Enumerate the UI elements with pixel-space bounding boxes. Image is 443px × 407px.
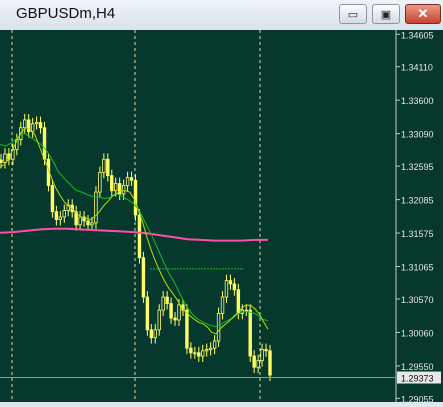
candle-body	[177, 304, 181, 321]
candle-body	[110, 175, 114, 192]
chart-background	[0, 30, 443, 402]
candle-body	[161, 296, 165, 311]
candle-body	[106, 158, 110, 177]
candle-body	[232, 283, 237, 291]
chart-window: GBPUSDm,H4 ▭ ▣ ✕ 1.34605 1.34110 1.33600 1.…	[0, 0, 443, 404]
price-axis-area	[396, 30, 443, 402]
y-tick-label: 1.31065	[401, 263, 434, 273]
candle-body	[169, 303, 173, 319]
y-tick-label: 1.30060	[401, 328, 434, 338]
candle-body	[38, 122, 43, 129]
candle-body	[260, 349, 264, 362]
y-tick-label: 1.34110	[401, 63, 433, 73]
candle-body	[224, 280, 229, 298]
candle-body	[236, 289, 241, 314]
candle-body	[129, 177, 134, 181]
candle-body	[3, 153, 7, 163]
candle-body	[157, 309, 161, 331]
candle-body	[42, 127, 47, 160]
candle-body	[201, 350, 205, 357]
candle-body	[125, 177, 130, 186]
candle-body	[145, 296, 150, 331]
minimize-button[interactable]: ▭	[339, 4, 367, 24]
y-tick-label: 1.30570	[401, 295, 434, 305]
current-price-label: 1.29373	[401, 374, 434, 384]
candle-body	[165, 296, 169, 304]
candle-body	[0, 159, 3, 163]
candle-body	[216, 313, 221, 342]
candle-body	[193, 352, 197, 355]
y-tick-label: 1.33600	[401, 96, 434, 106]
close-button[interactable]: ✕	[405, 4, 441, 24]
candle-body	[212, 340, 217, 349]
y-tick-label: 1.34605	[401, 30, 434, 40]
candle-body	[228, 280, 233, 285]
candle-body	[264, 349, 268, 352]
chart-canvas[interactable]: 1.34605 1.34110 1.33600 1.33090 1.32595 1.320…	[0, 30, 443, 404]
candle-body	[197, 352, 201, 357]
candle-body	[98, 171, 102, 193]
candle-body	[173, 317, 177, 321]
candle-body	[121, 185, 126, 195]
candle-body	[34, 122, 39, 125]
candle-body	[268, 350, 272, 376]
y-tick-label: 1.29550	[401, 362, 434, 372]
candle-body	[62, 210, 66, 218]
candle-body	[86, 220, 90, 226]
price-chart[interactable]: 1.34605 1.34110 1.33600 1.33090 1.32595 1.320…	[0, 30, 443, 404]
candle-body	[185, 309, 189, 349]
candle-body	[23, 119, 27, 129]
candle-body	[78, 216, 82, 226]
candle-body	[58, 216, 63, 221]
candle-body	[244, 309, 248, 312]
candle-body	[252, 355, 256, 368]
candle-body	[137, 214, 142, 259]
candle-body	[133, 179, 138, 216]
candle-body	[50, 185, 55, 213]
candle-body	[90, 222, 94, 226]
candle-body	[141, 257, 146, 298]
title-bar[interactable]: GBPUSDm,H4 ▭ ▣ ✕	[0, 0, 443, 30]
candle-body	[208, 347, 213, 350]
candle-body	[220, 296, 225, 314]
candle-body	[248, 309, 252, 357]
candle-body	[54, 211, 59, 221]
y-tick-label: 1.31575	[401, 229, 434, 239]
restore-button[interactable]: ▣	[372, 4, 400, 24]
minimize-icon: ▭	[347, 8, 359, 21]
close-icon: ✕	[417, 6, 429, 21]
y-tick-label: 1.29055	[401, 394, 434, 402]
candle-body	[102, 158, 106, 173]
restore-icon: ▣	[380, 8, 392, 21]
window-title: GBPUSDm,H4	[16, 5, 116, 22]
candle-body	[153, 329, 157, 339]
y-tick-label: 1.32595	[401, 162, 434, 172]
y-tick-label: 1.33090	[401, 130, 434, 140]
candle-body	[256, 360, 260, 368]
candle-body	[205, 349, 209, 352]
candle-body	[26, 119, 31, 133]
y-tick-label: 1.32085	[401, 196, 434, 206]
candle-body	[149, 329, 154, 339]
candle-body	[114, 183, 118, 192]
candle-body	[189, 347, 193, 354]
